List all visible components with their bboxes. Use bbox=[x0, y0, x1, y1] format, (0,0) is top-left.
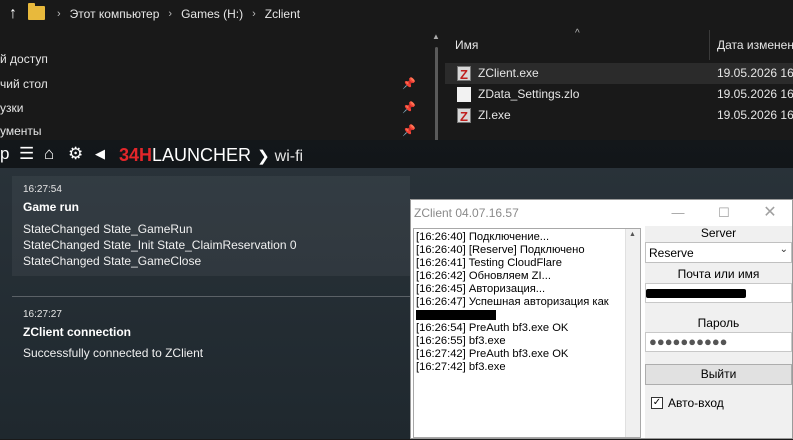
close-icon[interactable]: ✕ bbox=[755, 202, 785, 224]
file-row[interactable]: ZClient.exe 19.05.2026 16:24 bbox=[445, 63, 793, 85]
file-row[interactable]: Zl.exe 19.05.2026 16:24 bbox=[445, 105, 793, 127]
nav-item-label: ументы bbox=[0, 124, 42, 138]
file-date: 19.05.2026 16:21 bbox=[717, 87, 793, 101]
home-icon[interactable]: ⌂ bbox=[44, 144, 54, 164]
nav-item-downloads[interactable]: узки 📌 bbox=[0, 97, 425, 119]
file-name: ZData_Settings.zlo bbox=[478, 87, 580, 101]
log-line: [16:26:47] Успешная авторизация как bbox=[416, 296, 609, 308]
maximize-icon[interactable]: ☐ bbox=[709, 202, 739, 224]
sort-caret-icon: ^ bbox=[575, 28, 580, 39]
breadcrumb-item-this-pc[interactable]: Этот компьютер bbox=[70, 7, 160, 21]
server-label: Server bbox=[700, 226, 737, 240]
autologin-checkbox[interactable]: ✓ bbox=[651, 397, 663, 409]
breadcrumb: › Этот компьютер › Games (H:) › Zclient bbox=[48, 0, 300, 28]
file-name: ZClient.exe bbox=[478, 66, 539, 80]
column-headers: ^ Имя Дата изменен bbox=[445, 28, 793, 60]
launcher-brand: 34HLAUNCHER ❯ wi-fi bbox=[119, 144, 303, 166]
log-line: [16:26:45] Авторизация... bbox=[416, 283, 546, 295]
menu-icon[interactable]: ☰ bbox=[19, 144, 34, 164]
autologin-label: Авто-вход bbox=[668, 396, 724, 410]
zclient-icon bbox=[457, 64, 471, 85]
file-date: 19.05.2026 16:24 bbox=[717, 66, 793, 80]
brand-white: LAUNCHER bbox=[152, 145, 252, 165]
login-panel: Server Reserve ⌄ Почта или имя Пароль ●●… bbox=[645, 226, 792, 438]
chevron-right-icon: ❯ bbox=[257, 148, 270, 165]
log-line: [16:26:55] bf3.exe bbox=[416, 335, 506, 347]
log-line: [16:26:41] Testing CloudFlare bbox=[416, 257, 562, 269]
chevron-right-icon: › bbox=[252, 8, 256, 20]
pin-icon: 📌 bbox=[402, 125, 416, 137]
address-bar: ↑ › Этот компьютер › Games (H:) › Zclien… bbox=[0, 0, 793, 28]
redacted-username bbox=[416, 310, 496, 320]
zclient-titlebar[interactable]: ZClient 04.07.16.57 — ☐ ✕ bbox=[411, 200, 792, 226]
folder-icon bbox=[28, 3, 45, 20]
log-line: [16:27:42] bf3.exe bbox=[416, 361, 506, 373]
launcher-toolbar: р ☰ ⌂ ⚙ ◀ 34HLAUNCHER ❯ wi-fi bbox=[0, 140, 793, 168]
notification-list: 16:27:54 Game run StateChanged State_Gam… bbox=[12, 176, 410, 439]
log-line: [16:26:42] Обновляем ZI... bbox=[416, 270, 551, 282]
scroll-up-icon[interactable]: ▲ bbox=[629, 231, 636, 238]
zclient-icon bbox=[457, 106, 471, 127]
pin-icon: 📌 bbox=[402, 78, 416, 90]
back-icon[interactable]: ◀ bbox=[95, 144, 105, 164]
server-value: Reserve bbox=[649, 246, 694, 260]
window-title: ZClient 04.07.16.57 bbox=[414, 206, 519, 220]
brand-red: 34H bbox=[119, 145, 153, 165]
nav-item-documents[interactable]: ументы 📌 bbox=[0, 120, 425, 142]
login-label: Почта или имя bbox=[677, 267, 760, 281]
section-name: wi-fi bbox=[274, 148, 304, 165]
document-icon bbox=[457, 87, 471, 102]
file-row[interactable]: ZData_Settings.zlo 19.05.2026 16:21 bbox=[445, 84, 793, 105]
partial-nav-item: р bbox=[0, 144, 10, 163]
column-header-date[interactable]: Дата изменен bbox=[717, 38, 793, 52]
file-name: Zl.exe bbox=[478, 108, 511, 122]
log-line: [16:26:40] [Reserve] Подключено bbox=[416, 244, 585, 256]
notification-card: 16:27:27 ZClient connection Successfully… bbox=[12, 297, 410, 367]
notification-line: StateChanged State_GameClose bbox=[23, 254, 202, 268]
nav-item-label: й доступ bbox=[0, 52, 48, 66]
chevron-right-icon: › bbox=[57, 8, 61, 20]
log-line: [16:27:42] PreAuth bf3.exe OK bbox=[416, 348, 569, 360]
password-label: Пароль bbox=[697, 316, 740, 330]
password-field[interactable]: ●●●●●●●●●● bbox=[645, 332, 792, 352]
server-select[interactable]: Reserve ⌄ bbox=[645, 242, 792, 263]
breadcrumb-item-zclient[interactable]: Zclient bbox=[265, 7, 300, 21]
log-line: [16:26:54] PreAuth bf3.exe OK bbox=[416, 322, 569, 334]
up-arrow-icon[interactable]: ↑ bbox=[4, 4, 22, 24]
logout-button[interactable]: Выйти bbox=[645, 364, 792, 385]
chevron-right-icon: › bbox=[168, 8, 173, 20]
scroll-up-icon[interactable]: ▲ bbox=[432, 32, 440, 41]
zclient-window: ZClient 04.07.16.57 — ☐ ✕ [16:26:40] Под… bbox=[410, 199, 793, 439]
notification-title: Game run bbox=[23, 200, 80, 214]
gear-icon[interactable]: ⚙ bbox=[68, 144, 83, 164]
nav-item-label: чий стол bbox=[0, 77, 48, 91]
file-date: 19.05.2026 16:24 bbox=[717, 108, 793, 122]
log-scrollbar[interactable]: ▲ bbox=[625, 229, 640, 437]
column-header-name[interactable]: Имя bbox=[455, 38, 478, 52]
pin-icon: 📌 bbox=[402, 102, 416, 114]
nav-item-desktop[interactable]: чий стол 📌 bbox=[0, 73, 425, 95]
nav-item-label: узки bbox=[0, 101, 24, 115]
column-divider[interactable] bbox=[709, 30, 710, 60]
notification-card: 16:27:54 Game run StateChanged State_Gam… bbox=[12, 176, 410, 276]
redacted-login bbox=[646, 289, 746, 298]
chevron-down-icon: ⌄ bbox=[779, 244, 788, 255]
notification-time: 16:27:27 bbox=[23, 309, 62, 320]
password-mask: ●●●●●●●●●● bbox=[649, 334, 728, 349]
minimize-icon[interactable]: — bbox=[663, 202, 693, 224]
log-textbox[interactable]: [16:26:40] Подключение... [16:26:40] [Re… bbox=[413, 228, 641, 438]
notification-title: ZClient connection bbox=[23, 325, 131, 339]
notification-line: StateChanged State_Init State_ClaimReser… bbox=[23, 238, 297, 252]
breadcrumb-item-games[interactable]: Games (H:) bbox=[181, 7, 243, 21]
notification-line: StateChanged State_GameRun bbox=[23, 222, 193, 236]
notification-line: Successfully connected to ZClient bbox=[23, 346, 204, 360]
notification-time: 16:27:54 bbox=[23, 184, 62, 195]
log-line: [16:26:40] Подключение... bbox=[416, 231, 550, 243]
nav-item-quick-access[interactable]: й доступ bbox=[0, 48, 425, 70]
scrollbar-thumb[interactable] bbox=[435, 47, 438, 149]
login-field[interactable] bbox=[645, 283, 792, 303]
